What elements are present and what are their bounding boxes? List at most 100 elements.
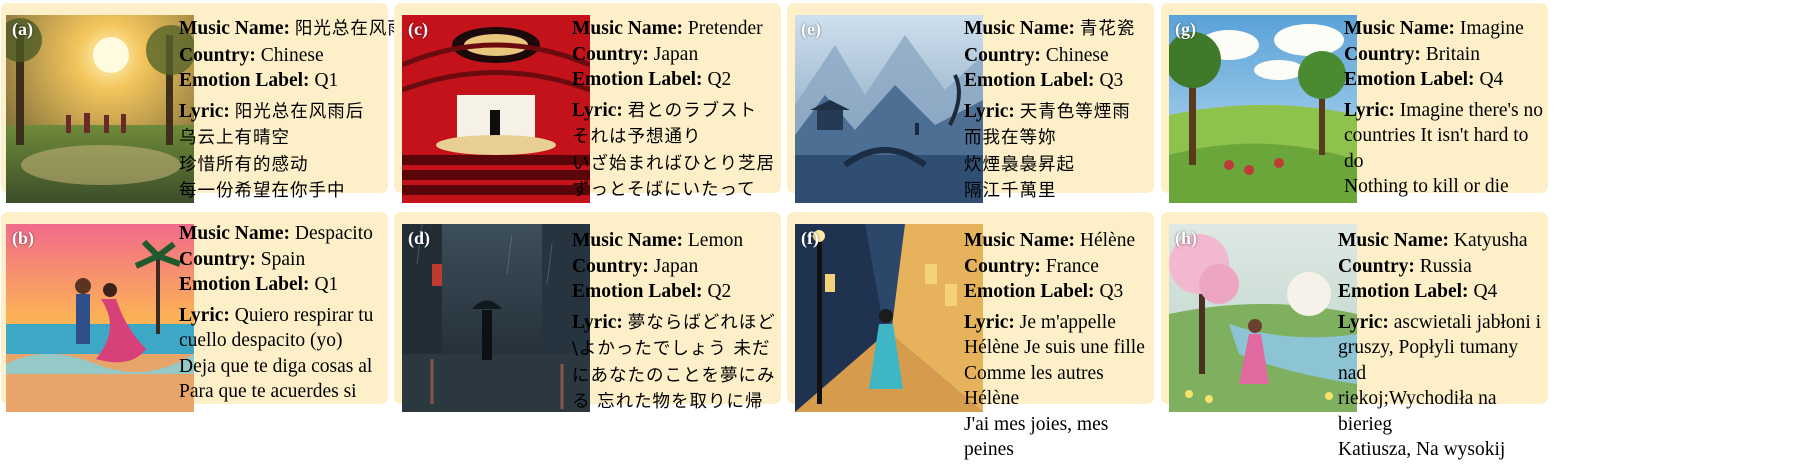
country-label: Country:: [179, 248, 256, 270]
country-row: Country: Britain: [1344, 42, 1548, 68]
music-info: Music Name: 青花瓷 Country: Chinese Emotion…: [964, 16, 1135, 205]
panel-tag: (c): [408, 19, 428, 39]
music-image: (d): [402, 224, 590, 412]
emotion-row: Emotion Label: Q4: [1344, 67, 1548, 93]
rainy-street-photo: [402, 224, 590, 412]
lyric-line: Imagine there's no: [1399, 99, 1543, 121]
lyric-line: J'ai mes joies, mes peines: [964, 413, 1109, 461]
lyric-label: Lyric:: [179, 304, 230, 326]
music-card-e: (e) Music Name: 青花瓷 Country: Chinese Emo…: [787, 3, 1154, 203]
music-card-b: (b) Music Name: Despacito Country: Spain…: [1, 212, 388, 412]
music-name-label: Music Name:: [179, 223, 291, 244]
music-name-label: Music Name:: [1344, 18, 1456, 39]
panel-tag: (b): [12, 228, 34, 248]
emotion-value: Q3: [1099, 281, 1124, 302]
lyric-line: Hélène Je suis une fille: [964, 337, 1145, 358]
music-card-c: (c) Music Name: Pretender Country: Japan…: [394, 3, 781, 203]
emotion-value: Q2: [707, 281, 732, 302]
emotion-row: Emotion Label: Q3: [964, 279, 1154, 305]
lyric-line: 君とのラブスト: [627, 100, 758, 121]
country-label: Country:: [572, 255, 649, 277]
lyric-line: にあなたのことを夢にみ: [572, 365, 776, 386]
music-name-value: Pretender: [687, 18, 763, 39]
emotion-row: Emotion Label: Q2: [572, 67, 775, 93]
lyric-line: Quiero respirar tu: [234, 304, 374, 326]
music-name-label: Music Name:: [179, 18, 291, 39]
country-row: Country: Chinese: [964, 43, 1135, 69]
music-name-value: Katyusha: [1453, 230, 1528, 251]
music-card-d: (d) Music Name: Lemon Country: Japan Emo…: [394, 212, 781, 412]
emotion-label: Emotion Label:: [1344, 69, 1475, 90]
music-name-row: Music Name: 阳光总在风雨后: [179, 16, 424, 43]
music-info: Music Name: Lemon Country: Japan Emotion…: [572, 228, 776, 416]
country-label: Country:: [1344, 43, 1421, 65]
lyric-line: gruszy, Popłyli tumany nad: [1338, 337, 1519, 384]
country-value: Chinese: [260, 44, 324, 66]
music-name-value: 青花瓷: [1079, 19, 1136, 39]
music-card-g: (g) Music Name: Imagine Country: Britain…: [1161, 3, 1548, 203]
lyric-label: Lyric:: [964, 100, 1015, 122]
music-info: Music Name: Despacito Country: Spain Emo…: [179, 221, 373, 405]
music-name-row: Music Name: Katyusha: [1338, 228, 1548, 254]
music-info: Music Name: Imagine Country: Britain Emo…: [1344, 16, 1548, 200]
music-image: (c): [402, 15, 590, 203]
emotion-label: Emotion Label:: [1338, 281, 1469, 302]
panel-tag: (g): [1175, 19, 1196, 39]
lyric-line: 隔江千萬里: [964, 181, 1057, 201]
lyric-line: riekoj;Wychodiła na bierieg: [1338, 388, 1497, 435]
country-value: Chinese: [1045, 44, 1109, 66]
lyric-block: Lyric: Je m'appelle Hélène Je suis une fi…: [964, 310, 1154, 463]
music-name-value: Imagine: [1459, 18, 1524, 39]
lyric-block: Lyric: Imagine there's no countries It is…: [1344, 98, 1548, 200]
emotion-row: Emotion Label: Q1: [179, 68, 424, 94]
emotion-label: Emotion Label:: [572, 69, 703, 90]
emotion-value: Q2: [707, 69, 732, 90]
music-image: (f): [795, 224, 983, 412]
lyric-line: Je m'appelle: [1019, 311, 1116, 333]
country-row: Country: Russia: [1338, 254, 1548, 280]
lyric-block: Lyric: 夢ならばどれほど \よかったでしょう 未だ にあなたのことを夢にみる …: [572, 310, 776, 416]
emotion-value: Q1: [314, 274, 339, 295]
lyric-line: Katiusza, Na wysokij: [1338, 439, 1506, 460]
beach-dance-painting: [6, 224, 194, 412]
lyric-line: 炊煙裊裊昇起: [964, 154, 1075, 175]
lyric-label: Lyric:: [179, 100, 230, 122]
lyric-line: ascwietali jabłoni i: [1393, 311, 1542, 333]
emotion-label: Emotion Label:: [179, 70, 310, 91]
lyric-line: 天青色等煙雨: [1019, 101, 1131, 122]
lyric-line: 夢ならばどれほど: [627, 312, 776, 333]
meadow-picnic-painting: [1169, 15, 1357, 203]
music-name-label: Music Name:: [964, 230, 1076, 251]
country-value: Russia: [1419, 255, 1472, 277]
street-walk-illustration: [795, 224, 983, 412]
music-image: (b): [6, 224, 194, 412]
misty-landscape-painting: [795, 15, 983, 203]
country-row: Country: Japan: [572, 42, 775, 68]
emotion-label: Emotion Label:: [572, 281, 703, 302]
lyric-line: Comme les autres Hélène: [964, 362, 1104, 410]
music-name-row: Music Name: Despacito: [179, 221, 373, 247]
music-card-a: (a) Music Name: 阳光总在风雨后 Country: Chinese…: [1, 3, 423, 203]
lyric-label: Lyric:: [964, 311, 1015, 333]
music-image: (e): [795, 15, 983, 203]
emotion-row: Emotion Label: Q4: [1338, 279, 1548, 305]
emotion-label: Emotion Label:: [964, 281, 1095, 302]
lyric-line: 乌云上有晴空: [179, 128, 290, 148]
emotion-row: Emotion Label: Q2: [572, 279, 776, 305]
emotion-label: Emotion Label:: [964, 70, 1095, 91]
lyric-label: Lyric:: [572, 99, 623, 121]
lyric-line: \よかったでしょう 未だ: [572, 339, 771, 359]
lyric-block: Lyric: Quiero respirar tu cuello despacit…: [179, 303, 373, 405]
country-value: Britain: [1425, 43, 1480, 65]
music-card-f: (f) Music Name: Hélène Country: France E…: [787, 212, 1154, 460]
music-name-row: Music Name: Imagine: [1344, 16, 1548, 42]
sunlit-park-painting: [6, 15, 194, 203]
music-name-row: Music Name: Pretender: [572, 16, 775, 42]
lyric-line: それは予想通り: [572, 127, 702, 147]
music-name-label: Music Name:: [572, 230, 684, 251]
theater-stage-illustration: [402, 15, 590, 203]
country-value: Japan: [653, 43, 699, 65]
country-value: Japan: [653, 255, 699, 277]
emotion-label: Emotion Label:: [179, 274, 310, 295]
river-blossom-painting: [1169, 224, 1357, 412]
